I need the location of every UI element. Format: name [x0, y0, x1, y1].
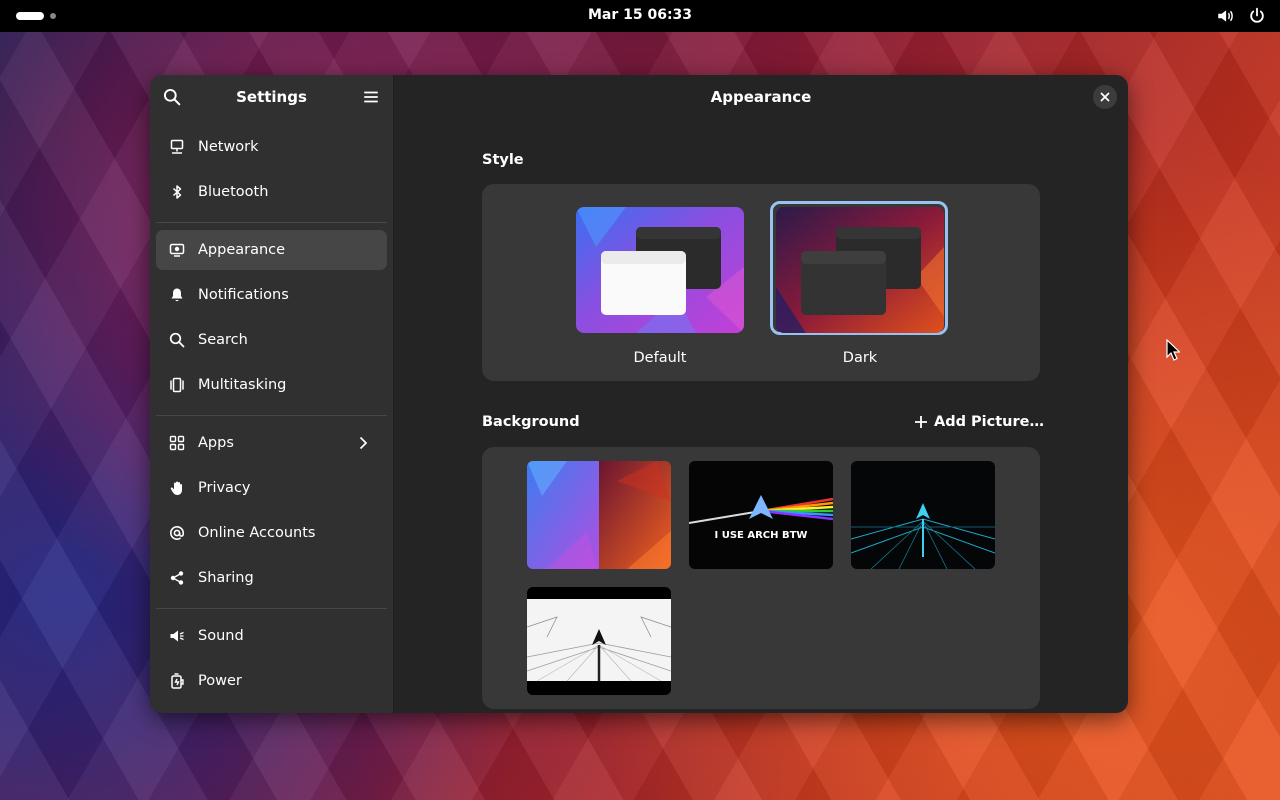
close-icon — [1100, 92, 1110, 102]
wallpaper-thumbnail[interactable]: I USE ARCH BTW — [689, 461, 833, 569]
sidebar-item-multitasking[interactable]: Multitasking — [156, 365, 387, 405]
appearance-icon — [168, 241, 186, 259]
style-option-dark-label: Dark — [842, 350, 878, 366]
top-bar: Mar 15 06:33 — [0, 0, 1280, 32]
wallpaper-arch-light-preview — [527, 587, 671, 695]
background-heading: Background — [482, 414, 580, 430]
share-icon — [168, 569, 186, 587]
settings-window: Settings Network Bluetooth Appearance No… — [150, 75, 1128, 713]
multitasking-icon — [168, 376, 186, 394]
wallpaper-thumbnail[interactable] — [527, 461, 671, 569]
hand-icon — [168, 479, 186, 497]
sidebar-header: Settings — [150, 75, 393, 119]
search-icon — [168, 331, 186, 349]
sidebar-item-apps[interactable]: Apps — [156, 423, 387, 463]
hamburger-menu-icon — [364, 91, 378, 103]
volume-icon[interactable] — [1216, 7, 1234, 25]
page-title: Appearance — [710, 88, 812, 106]
sidebar-item-label: Appearance — [198, 242, 286, 258]
wallpaper-thumbnail[interactable] — [527, 587, 671, 695]
dark-style-preview — [776, 207, 944, 333]
sidebar-divider — [156, 222, 387, 223]
at-sign-icon — [168, 524, 186, 542]
sidebar-item-sharing[interactable]: Sharing — [156, 558, 387, 598]
sidebar-item-appearance[interactable]: Appearance — [156, 230, 387, 270]
clock[interactable]: Mar 15 06:33 — [0, 7, 1280, 23]
system-tray[interactable] — [1216, 7, 1266, 25]
wallpaper-arch-prism-preview: I USE ARCH BTW — [689, 461, 833, 569]
sidebar-item-search[interactable]: Search — [156, 320, 387, 360]
network-icon — [168, 138, 186, 156]
main-menu-button[interactable] — [357, 83, 385, 111]
sidebar-item-privacy[interactable]: Privacy — [156, 468, 387, 508]
mouse-pointer — [1166, 338, 1181, 365]
sidebar-item-label: Apps — [198, 435, 234, 451]
style-heading: Style — [482, 152, 524, 168]
sidebar-item-sound[interactable]: Sound — [156, 616, 387, 656]
sidebar-divider — [156, 608, 387, 609]
wallpaper-split-preview — [527, 461, 671, 569]
default-style-preview — [576, 207, 744, 333]
power-plug-icon — [168, 672, 186, 690]
chevron-right-icon — [355, 435, 371, 455]
sidebar-item-label: Power — [198, 673, 242, 689]
sidebar-item-label: Search — [198, 332, 248, 348]
speaker-icon — [168, 627, 186, 645]
sidebar-item-network[interactable]: Network — [156, 127, 387, 167]
apps-grid-icon — [168, 434, 186, 452]
wallpaper-thumbnail[interactable] — [851, 461, 995, 569]
sidebar-item-bluetooth[interactable]: Bluetooth — [156, 172, 387, 212]
wallpaper-text: I USE ARCH BTW — [715, 530, 808, 541]
sidebar-item-label: Bluetooth — [198, 184, 269, 200]
sidebar-item-label: Privacy — [198, 480, 251, 496]
sidebar-item-online-accounts[interactable]: Online Accounts — [156, 513, 387, 553]
style-option-default-label: Default — [633, 350, 687, 366]
plus-icon — [915, 416, 927, 428]
sidebar-item-label: Multitasking — [198, 377, 287, 393]
bluetooth-icon — [168, 183, 186, 201]
content-pane: Appearance Style Default Dark Background… — [394, 75, 1128, 713]
sidebar: Settings Network Bluetooth Appearance No… — [150, 75, 394, 713]
sidebar-item-label: Sharing — [198, 570, 254, 586]
sidebar-item-label: Notifications — [198, 287, 289, 303]
close-button[interactable] — [1093, 85, 1117, 109]
sidebar-divider — [156, 415, 387, 416]
bell-icon — [168, 286, 186, 304]
sidebar-item-notifications[interactable]: Notifications — [156, 275, 387, 315]
style-card: Default Dark — [482, 184, 1040, 381]
add-picture-label: Add Picture… — [934, 414, 1044, 430]
sidebar-item-label: Network — [198, 139, 259, 155]
power-icon[interactable] — [1248, 7, 1266, 25]
sidebar-item-label: Sound — [198, 628, 244, 644]
add-picture-button[interactable]: Add Picture… — [914, 414, 1044, 430]
style-option-default[interactable] — [576, 207, 744, 333]
background-card: I USE ARCH BTW — [482, 447, 1040, 709]
wallpaper-arch-grid-dark-preview — [851, 461, 995, 569]
style-option-dark[interactable] — [776, 207, 944, 333]
sidebar-item-power[interactable]: Power — [156, 661, 387, 701]
sidebar-item-label: Online Accounts — [198, 525, 316, 541]
